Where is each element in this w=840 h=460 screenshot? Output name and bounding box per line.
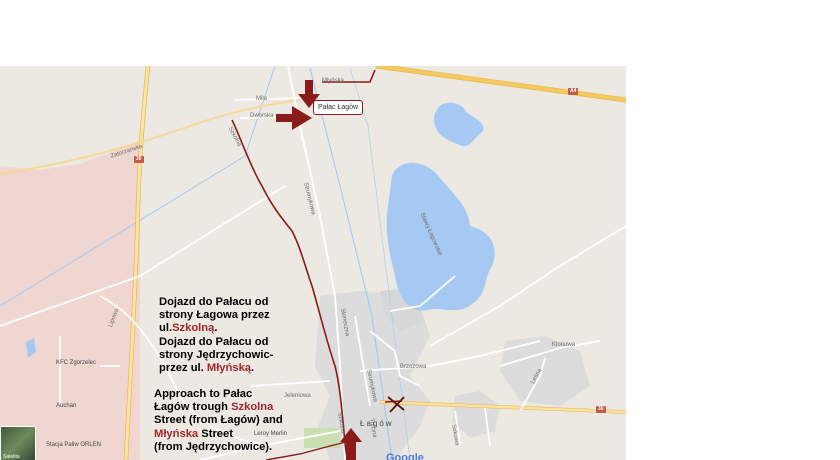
- satellite-toggle-button[interactable]: Satelita: [0, 426, 36, 460]
- street-highlight-szkolna-en: Szkolna: [231, 401, 274, 414]
- street-label-jelenia: Jeleniowa: [284, 393, 311, 399]
- directions-pl-line: strony Łagowa przez: [159, 309, 270, 322]
- arrow-right-icon: [276, 106, 312, 130]
- poi-auchan[interactable]: Auchan: [56, 403, 76, 409]
- street-highlight-mlynska: Młyńską: [206, 362, 252, 375]
- poi-orlen[interactable]: Stacja Paliw ORLEN: [46, 442, 101, 448]
- directions-en-line: Młyńska Street: [154, 427, 233, 440]
- directions-en-line: Łagów trough Szkolna: [154, 401, 274, 414]
- directions-en: Approach to Pałac Łagów trough Szkolna S…: [154, 388, 283, 454]
- road-shield-30: 30: [596, 406, 606, 413]
- place-label-lagow: Łagów: [360, 419, 394, 428]
- directions-pl-line: ul.Szkolną.: [159, 322, 218, 335]
- palace-marker-label[interactable]: Pałac Łagów: [313, 100, 364, 115]
- street-label-mila: Miła: [256, 96, 268, 102]
- directions-pl: Dojazd do Pałacu od strony Łagowa przez …: [159, 296, 273, 375]
- directions-pl-line: Dojazd do Pałacu od: [159, 296, 269, 308]
- street-highlight-szkolna: Szkolną: [172, 322, 215, 335]
- directions-en-line: Approach to Pałac: [154, 388, 253, 400]
- map-canvas: [0, 66, 626, 460]
- satellite-label: Satelita: [3, 454, 20, 460]
- road-shield-30: 30: [134, 156, 144, 163]
- directions-en-line: (from Jędrzychowice).: [154, 440, 273, 453]
- map-view[interactable]: A4 30 30 Młyńska Miła Dworska Szkolna Za…: [0, 66, 626, 460]
- street-label-dworska: Dworska: [250, 113, 274, 119]
- street-highlight-mlynska-en: Młyńska: [154, 427, 199, 440]
- street-label-klonowa: Klonowa: [552, 342, 576, 348]
- directions-pl-line: Dojazd do Pałacu od: [159, 335, 269, 348]
- poi-kfc[interactable]: KFC Zgorzelec: [56, 360, 96, 366]
- village-area-east: [500, 336, 590, 406]
- village-area-south: [452, 391, 500, 438]
- directions-pl-line: przez ul. Młyńską.: [159, 362, 255, 375]
- street-label-brzozowa: Brzozowa: [400, 364, 427, 370]
- commercial-zone: [0, 140, 140, 460]
- directions-en-line: Street (from Łagów) and: [154, 414, 283, 427]
- lake-small: [433, 102, 484, 147]
- street-label-mlynska: Młyńska: [322, 78, 345, 84]
- google-logo: Google: [386, 452, 424, 460]
- road-shield-a4: A4: [568, 88, 579, 95]
- directions-pl-line: strony Jędrzychowic-: [159, 348, 274, 361]
